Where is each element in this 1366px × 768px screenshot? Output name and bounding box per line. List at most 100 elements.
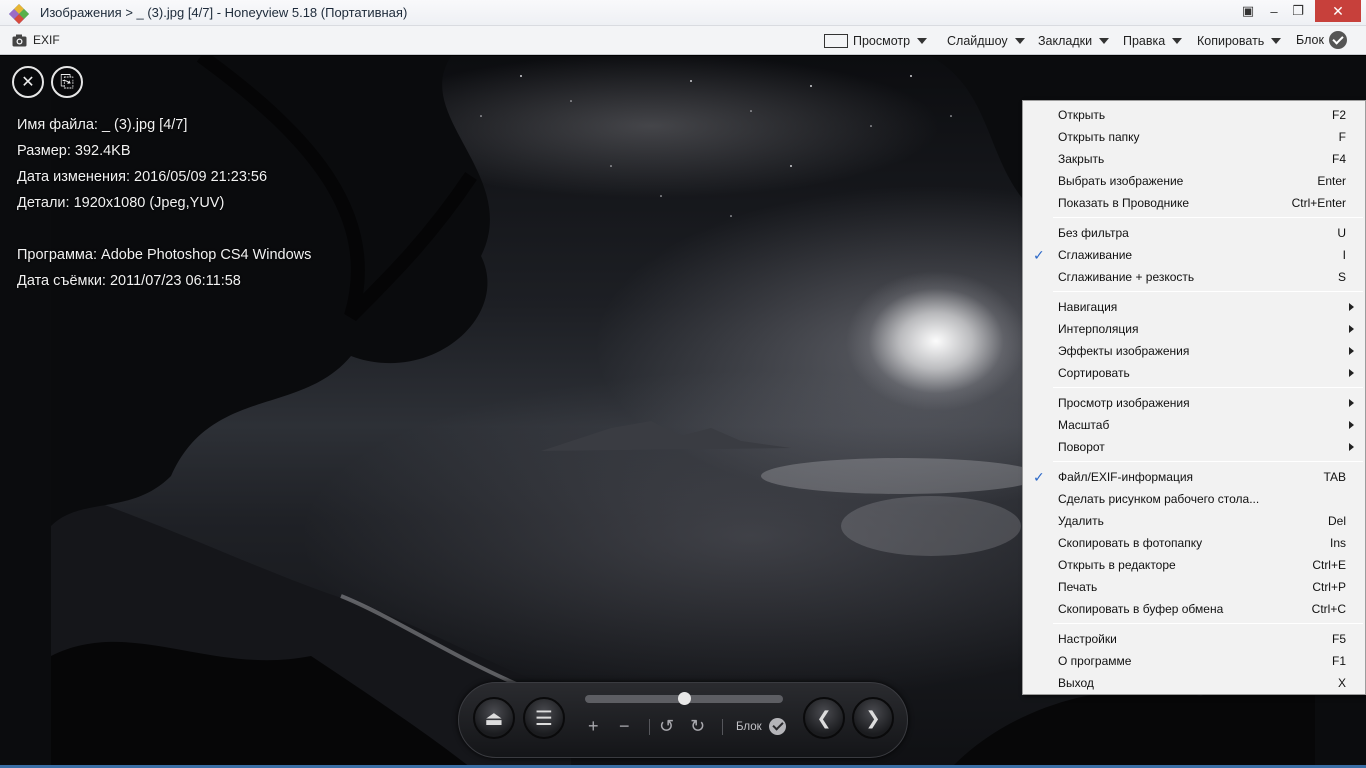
- menu-item-shortcut: Ctrl+P: [1312, 580, 1346, 594]
- exif-filename: Имя файла: _ (3).jpg [4/7]: [17, 117, 188, 133]
- submenu-arrow-icon: [1349, 399, 1354, 407]
- controller-divider: [722, 719, 723, 735]
- menu-item-label: Сортировать: [1058, 366, 1130, 380]
- menu-block[interactable]: Блок: [1296, 31, 1347, 49]
- close-overlay-button[interactable]: ✕: [12, 66, 44, 98]
- menu-item[interactable]: Просмотр изображения: [1024, 392, 1364, 414]
- menu-item-label: Файл/EXIF-информация: [1058, 470, 1194, 484]
- menu-item[interactable]: Сортировать: [1024, 362, 1364, 384]
- menu-slideshow[interactable]: Слайдшоу: [947, 32, 1025, 50]
- menu-item[interactable]: Открыть F2: [1024, 104, 1364, 126]
- exif-info-panel: Имя файла: _ (3).jpg [4/7] Размер: 392.4…: [17, 112, 311, 294]
- menu-item-label: Выход: [1058, 676, 1094, 690]
- main-menu-button[interactable]: ☰: [523, 697, 565, 739]
- menu-item[interactable]: Эффекты изображения: [1024, 340, 1364, 362]
- minimize-icon: –: [1270, 3, 1278, 19]
- menu-item-shortcut: Ctrl+C: [1311, 602, 1346, 616]
- menu-item[interactable]: Открыть папку F: [1024, 126, 1364, 148]
- menu-item-label: Сглаживание + резкость: [1058, 270, 1195, 284]
- menu-item-shortcut: Ctrl+E: [1312, 558, 1346, 572]
- menu-item-shortcut: TAB: [1323, 470, 1346, 484]
- copy-icon: ⎘: [60, 72, 74, 91]
- controller-divider: [649, 719, 650, 735]
- submenu-arrow-icon: [1349, 443, 1354, 451]
- menu-item[interactable]: ✓ Сглаживание I: [1024, 244, 1364, 266]
- chevron-down-icon: [1172, 38, 1183, 44]
- rotate-right-button[interactable]: ↻: [690, 717, 705, 735]
- menu-item[interactable]: Интерполяция: [1024, 318, 1364, 340]
- menu-item[interactable]: ✓ Файл/EXIF-информация TAB: [1024, 466, 1364, 488]
- eject-icon: ⏏: [484, 707, 504, 730]
- zoom-out-button[interactable]: −: [619, 717, 630, 735]
- navigation-controller: ⏏ ☰ + − ↺ ↻ Блок ❮ ❯: [458, 682, 908, 758]
- menu-item[interactable]: Сделать рисунком рабочего стола...: [1024, 488, 1364, 510]
- zoom-in-button[interactable]: +: [588, 717, 599, 735]
- menu-item[interactable]: Скопировать в буфер обмена Ctrl+C: [1024, 598, 1364, 620]
- menu-item-label: Открыть папку: [1058, 130, 1140, 144]
- menu-edit[interactable]: Правка: [1123, 32, 1183, 50]
- menu-item-shortcut: S: [1337, 270, 1346, 284]
- pin-window-button[interactable]: ▣: [1236, 0, 1260, 22]
- title-bar: Изображения > _ (3).jpg [4/7] - Honeyvie…: [0, 0, 1366, 26]
- chevron-left-icon: ❮: [816, 707, 832, 728]
- menu-separator: [1053, 387, 1363, 388]
- menu-view[interactable]: Просмотр: [824, 32, 928, 50]
- menu-item-label: Показать в Проводнике: [1058, 196, 1190, 210]
- menu-item[interactable]: Скопировать в фотопапку Ins: [1024, 532, 1364, 554]
- menu-item-label: Удалить: [1058, 514, 1104, 528]
- menu-bookmarks-label: Закладки: [1038, 34, 1093, 48]
- menu-item[interactable]: О программе F1: [1024, 650, 1364, 672]
- slider-knob[interactable]: [678, 692, 691, 705]
- menu-item[interactable]: Выход X: [1024, 672, 1364, 694]
- eject-button[interactable]: ⏏: [473, 697, 515, 739]
- menu-item[interactable]: Сглаживание + резкость S: [1024, 266, 1364, 288]
- menu-item[interactable]: Печать Ctrl+P: [1024, 576, 1364, 598]
- menu-item[interactable]: Настройки F5: [1024, 628, 1364, 650]
- menu-item-shortcut: Enter: [1317, 174, 1346, 188]
- menu-separator: [1053, 217, 1363, 218]
- menu-copy[interactable]: Копировать: [1197, 32, 1282, 50]
- close-window-button[interactable]: ✕: [1315, 0, 1361, 22]
- menu-item-shortcut: X: [1337, 676, 1346, 690]
- maximize-button[interactable]: ❐: [1286, 0, 1310, 22]
- menu-item[interactable]: Навигация: [1024, 296, 1364, 318]
- next-image-button[interactable]: ❯: [852, 697, 894, 739]
- menu-item-label: Навигация: [1058, 300, 1118, 314]
- position-slider[interactable]: [585, 692, 783, 705]
- copy-info-button[interactable]: ⎘: [51, 66, 83, 98]
- menu-block-label: Блок: [1296, 33, 1324, 47]
- rotate-left-button[interactable]: ↺: [659, 717, 674, 735]
- menu-item[interactable]: Масштаб: [1024, 414, 1364, 436]
- menu-item-label: Без фильтра: [1058, 226, 1129, 240]
- block-label: Блок: [736, 721, 762, 733]
- minimize-button[interactable]: –: [1262, 0, 1286, 22]
- block-check-icon[interactable]: [769, 718, 786, 735]
- menu-separator: [1053, 623, 1363, 624]
- close-icon: ✕: [1332, 2, 1344, 19]
- menu-item[interactable]: Выбрать изображение Enter: [1024, 170, 1364, 192]
- fullscreen-frame-icon: [824, 34, 848, 48]
- checkmark-icon: ✓: [1033, 247, 1045, 263]
- menu-item[interactable]: Удалить Del: [1024, 510, 1364, 532]
- exif-blank-line: [17, 216, 311, 242]
- menu-item[interactable]: Показать в Проводнике Ctrl+Enter: [1024, 192, 1364, 214]
- menu-bookmarks[interactable]: Закладки: [1038, 32, 1110, 50]
- menu-item[interactable]: Открыть в редакторе Ctrl+E: [1024, 554, 1364, 576]
- menu-item[interactable]: Закрыть F4: [1024, 148, 1364, 170]
- submenu-arrow-icon: [1349, 347, 1354, 355]
- chevron-down-icon: [1099, 38, 1110, 44]
- menu-item-label: Просмотр изображения: [1058, 396, 1190, 410]
- menu-item[interactable]: Без фильтра U: [1024, 222, 1364, 244]
- menu-item[interactable]: Поворот: [1024, 436, 1364, 458]
- menu-item-shortcut: Del: [1327, 514, 1346, 528]
- previous-image-button[interactable]: ❮: [803, 697, 845, 739]
- menu-item-label: Скопировать в буфер обмена: [1058, 602, 1224, 616]
- menu-item-shortcut: F5: [1331, 632, 1346, 646]
- submenu-arrow-icon: [1349, 421, 1354, 429]
- submenu-arrow-icon: [1349, 303, 1354, 311]
- close-icon: ✕: [21, 74, 35, 91]
- exif-software: Программа: Adobe Photoshop CS4 Windows: [17, 247, 312, 263]
- exif-button[interactable]: EXIF: [12, 31, 60, 49]
- menu-item-label: Закрыть: [1058, 152, 1105, 166]
- menu-separator: [1053, 291, 1363, 292]
